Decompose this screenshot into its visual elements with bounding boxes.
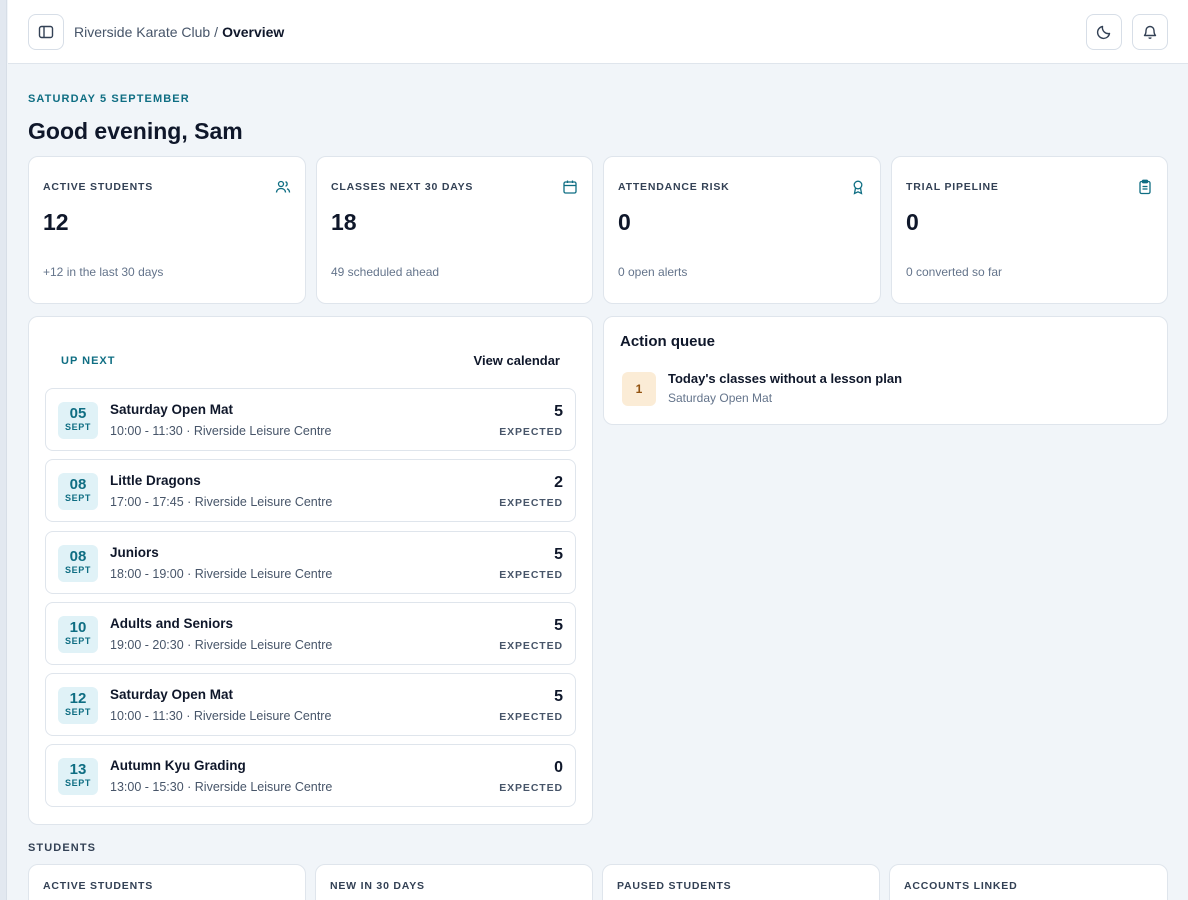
event-meta: 13:00 - 15:30 · Riverside Leisure Centre <box>110 780 333 794</box>
page-title: Good evening, Sam <box>28 118 243 144</box>
event-date-badge: 12 SEPT <box>58 687 98 724</box>
student-card-paused[interactable]: PAUSED STUDENTS <box>602 864 880 900</box>
event-name: Autumn Kyu Grading <box>110 758 246 773</box>
event-expected-count: 2 <box>554 474 563 491</box>
event-meta: 10:00 - 11:30 · Riverside Leisure Centre <box>110 709 332 723</box>
award-icon <box>853 180 863 195</box>
event-name: Little Dragons <box>110 473 201 488</box>
action-item-title[interactable]: Today's classes without a lesson plan <box>668 371 902 386</box>
stat-subtext: 0 open alerts <box>618 265 688 279</box>
sidebar-toggle-button[interactable] <box>28 14 64 50</box>
bell-icon <box>1143 25 1157 39</box>
stat-label: NEW IN 30 DAYS <box>330 880 425 892</box>
stat-label: ACTIVE STUDENTS <box>43 880 154 892</box>
event-row[interactable]: 08 SEPT Juniors 18:00 - 19:00 · Riversid… <box>45 531 576 594</box>
calendar-icon <box>563 180 577 194</box>
theme-toggle-button[interactable] <box>1086 14 1122 50</box>
breadcrumb-separator: / <box>214 24 219 40</box>
event-row[interactable]: 13 SEPT Autumn Kyu Grading 13:00 - 15:30… <box>45 744 576 807</box>
breadcrumb: Riverside Karate Club / Overview <box>74 24 284 40</box>
event-meta: 10:00 - 11:30 · Riverside Leisure Centre <box>110 424 332 438</box>
event-month: SEPT <box>65 422 91 432</box>
event-expected-label: EXPECTED <box>499 640 563 652</box>
event-row[interactable]: 05 SEPT Saturday Open Mat 10:00 - 11:30 … <box>45 388 576 451</box>
stat-label: TRIAL PIPELINE <box>906 181 999 193</box>
users-icon <box>275 180 291 193</box>
event-date-badge: 08 SEPT <box>58 473 98 510</box>
event-day: 08 <box>69 548 87 565</box>
event-month: SEPT <box>65 778 91 788</box>
stat-card-trial-pipeline[interactable]: TRIAL PIPELINE 0 0 converted so far <box>891 156 1168 304</box>
event-row[interactable]: 12 SEPT Saturday Open Mat 10:00 - 11:30 … <box>45 673 576 736</box>
event-meta: 18:00 - 19:00 · Riverside Leisure Centre <box>110 567 333 581</box>
event-name: Adults and Seniors <box>110 616 234 631</box>
event-expected-label: EXPECTED <box>499 426 563 438</box>
stat-label: PAUSED STUDENTS <box>617 880 732 892</box>
event-name: Saturday Open Mat <box>110 402 234 417</box>
event-month: SEPT <box>65 636 91 646</box>
event-expected-count: 5 <box>554 617 563 634</box>
clipboard-icon <box>1139 179 1151 195</box>
event-expected-count: 0 <box>554 759 563 776</box>
event-expected-label: EXPECTED <box>499 497 563 509</box>
sidebar-edge <box>0 0 7 900</box>
event-date-badge: 08 SEPT <box>58 545 98 582</box>
event-month: SEPT <box>65 493 91 503</box>
stat-subtext: 49 scheduled ahead <box>331 265 440 279</box>
notifications-button[interactable] <box>1132 14 1168 50</box>
stat-value: 0 <box>906 209 919 235</box>
action-queue-heading: Action queue <box>620 333 716 350</box>
event-expected-label: EXPECTED <box>499 711 563 723</box>
breadcrumb-current: Overview <box>222 24 285 40</box>
student-card-active[interactable]: ACTIVE STUDENTS <box>28 864 306 900</box>
event-expected-count: 5 <box>554 403 563 420</box>
stat-card-attendance-risk[interactable]: ATTENDANCE RISK 0 0 open alerts <box>603 156 881 304</box>
event-date-badge: 13 SEPT <box>58 758 98 795</box>
event-day: 12 <box>69 690 87 707</box>
sidebar-toggle-icon <box>38 25 54 39</box>
moon-icon <box>1096 25 1111 40</box>
event-day: 05 <box>69 405 87 422</box>
event-name: Juniors <box>110 545 159 560</box>
stat-value: 0 <box>618 209 631 235</box>
student-card-accounts[interactable]: ACCOUNTS LINKED <box>889 864 1168 900</box>
event-row[interactable]: 08 SEPT Little Dragons 17:00 - 17:45 · R… <box>45 459 576 522</box>
student-card-new[interactable]: NEW IN 30 DAYS <box>315 864 593 900</box>
event-month: SEPT <box>65 707 91 717</box>
view-calendar-link[interactable]: View calendar <box>474 353 560 368</box>
stat-label: ATTENDANCE RISK <box>618 181 730 193</box>
stat-subtext: +12 in the last 30 days <box>43 265 164 279</box>
up-next-heading: UP NEXT <box>61 355 116 367</box>
event-expected-label: EXPECTED <box>499 569 563 581</box>
action-queue-panel: Action queue 1 Today's classes without a… <box>603 316 1168 425</box>
event-meta: 19:00 - 20:30 · Riverside Leisure Centre <box>110 638 333 652</box>
event-date-badge: 05 SEPT <box>58 402 98 439</box>
stat-label: ACCOUNTS LINKED <box>904 880 1018 892</box>
event-day: 13 <box>69 761 87 778</box>
event-meta: 17:00 - 17:45 · Riverside Leisure Centre <box>110 495 333 509</box>
event-day: 08 <box>69 476 87 493</box>
stat-card-classes[interactable]: CLASSES NEXT 30 DAYS 18 49 scheduled ahe… <box>316 156 593 304</box>
event-date-badge: 10 SEPT <box>58 616 98 653</box>
stat-value: 12 <box>43 209 69 235</box>
event-expected-count: 5 <box>554 688 563 705</box>
event-expected-count: 5 <box>554 546 563 563</box>
current-date: SATURDAY 5 SEPTEMBER <box>28 93 190 105</box>
breadcrumb-parent[interactable]: Riverside Karate Club <box>74 24 210 40</box>
up-next-panel: UP NEXT View calendar 05 SEPT Saturday O… <box>28 316 593 825</box>
stat-subtext: 0 converted so far <box>906 265 1003 279</box>
action-count-badge: 1 <box>622 372 656 406</box>
event-row[interactable]: 10 SEPT Adults and Seniors 19:00 - 20:30… <box>45 602 576 665</box>
stat-label: CLASSES NEXT 30 DAYS <box>331 181 474 193</box>
event-month: SEPT <box>65 565 91 575</box>
event-name: Saturday Open Mat <box>110 687 234 702</box>
students-heading: STUDENTS <box>28 842 97 854</box>
stat-label: ACTIVE STUDENTS <box>43 181 154 193</box>
event-day: 10 <box>69 619 87 636</box>
action-item-subtitle: Saturday Open Mat <box>668 391 773 405</box>
event-expected-label: EXPECTED <box>499 782 563 794</box>
stat-card-active-students[interactable]: ACTIVE STUDENTS 12 +12 in the last 30 da… <box>28 156 306 304</box>
stat-value: 18 <box>331 209 357 235</box>
top-bar: Riverside Karate Club / Overview <box>8 0 1188 64</box>
